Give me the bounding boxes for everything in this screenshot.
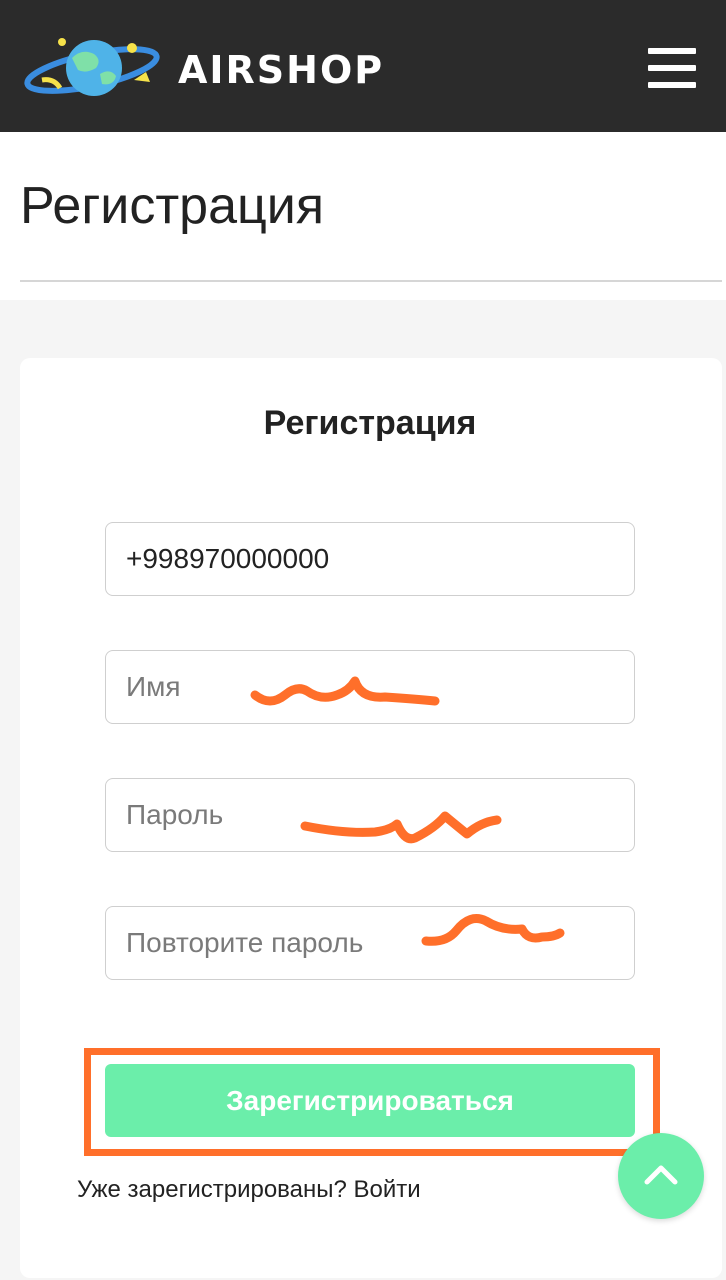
hamburger-menu-icon[interactable] [640,44,702,92]
planet-logo-icon[interactable] [22,28,172,108]
brand-name: AIRSHOP [178,48,385,92]
divider [20,280,722,282]
login-prompt: Уже зарегистрированы? Войти [77,1176,421,1204]
form-title: Регистрация [263,404,477,442]
already-registered-text: Уже зарегистрированы? [77,1176,347,1203]
phone-input[interactable] [105,522,635,596]
chevron-up-icon [644,1165,678,1185]
name-input[interactable] [105,650,635,724]
top-app-bar: AIRSHOP [0,0,726,132]
scroll-to-top-button[interactable] [618,1133,704,1219]
register-button[interactable]: Зарегистрироваться [105,1064,635,1137]
repeat-password-input[interactable] [105,906,635,980]
page-title: Регистрация [20,177,324,235]
password-input[interactable] [105,778,635,852]
login-link[interactable]: Войти [354,1176,421,1203]
